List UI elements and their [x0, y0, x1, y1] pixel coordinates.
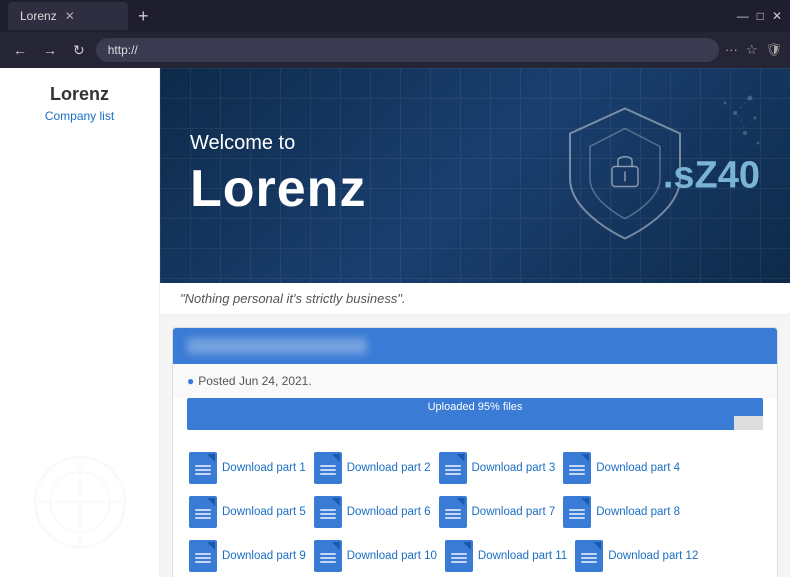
star-icon[interactable]: ☆ [746, 42, 758, 58]
tab-title: Lorenz [20, 9, 57, 23]
page-content: Lorenz Company list Welcome to Lorenz [0, 68, 790, 577]
doc-icon-4 [563, 452, 591, 484]
doc-icon-9 [189, 540, 217, 572]
hero-text: Welcome to Lorenz [190, 132, 366, 219]
download-item-4[interactable]: Download part 4 [561, 448, 682, 488]
doc-icon-6 [314, 496, 342, 528]
download-label-12: Download part 12 [608, 550, 698, 562]
window-controls: — □ ✕ [737, 9, 782, 23]
download-grid: Download part 1 Download part 2 Download… [173, 440, 777, 577]
hero-banner: Welcome to Lorenz [160, 68, 790, 283]
main-area[interactable]: Welcome to Lorenz [160, 68, 790, 577]
download-label-11: Download part 11 [478, 550, 567, 562]
download-label-4: Download part 4 [596, 462, 680, 474]
posted-date: Posted Jun 24, 2021. [198, 374, 311, 388]
company-list-link[interactable]: Company list [8, 109, 151, 123]
url-input[interactable] [96, 38, 719, 62]
posted-info: ● Posted Jun 24, 2021. [173, 364, 777, 398]
progress-bar-wrap [187, 416, 763, 430]
new-tab-button[interactable]: + [132, 6, 155, 27]
doc-icon-11 [445, 540, 473, 572]
doc-icon-3 [439, 452, 467, 484]
doc-icon-10 [314, 540, 342, 572]
download-item-2[interactable]: Download part 2 [312, 448, 433, 488]
posted-dot-icon: ● [187, 374, 194, 388]
download-label-10: Download part 10 [347, 550, 437, 562]
download-label-9: Download part 9 [222, 550, 306, 562]
address-bar-icons: ··· ☆ 🛡 [725, 42, 782, 58]
hero-welcome: Welcome to [190, 132, 366, 155]
minimize-button[interactable]: — [737, 9, 749, 23]
download-item-7[interactable]: Download part 7 [437, 492, 558, 532]
browser-tab[interactable]: Lorenz ✕ [8, 2, 128, 30]
close-button[interactable]: ✕ [772, 9, 782, 23]
doc-icon-7 [439, 496, 467, 528]
company-header [173, 328, 777, 364]
download-item-5[interactable]: Download part 5 [187, 492, 308, 532]
download-label-3: Download part 3 [472, 462, 556, 474]
progress-bar-fill [187, 416, 734, 430]
title-bar: Lorenz ✕ + — □ ✕ [0, 0, 790, 32]
doc-icon-5 [189, 496, 217, 528]
download-label-2: Download part 2 [347, 462, 431, 474]
download-item-1[interactable]: Download part 1 [187, 448, 308, 488]
forward-button[interactable]: → [38, 40, 62, 60]
download-label-6: Download part 6 [347, 506, 431, 518]
download-item-9[interactable]: Download part 9 [187, 536, 308, 576]
sidebar: Lorenz Company list [0, 68, 160, 577]
download-label-8: Download part 8 [596, 506, 680, 518]
doc-icon-12 [575, 540, 603, 572]
download-item-3[interactable]: Download part 3 [437, 448, 558, 488]
download-item-8[interactable]: Download part 8 [561, 492, 682, 532]
download-label-1: Download part 1 [222, 462, 306, 474]
doc-icon-2 [314, 452, 342, 484]
download-label-5: Download part 5 [222, 506, 306, 518]
quote-text: "Nothing personal it's strictly business… [180, 291, 406, 306]
address-bar: ← → ↻ ··· ☆ 🛡 [0, 32, 790, 68]
download-label-7: Download part 7 [472, 506, 556, 518]
browser-frame: Lorenz ✕ + — □ ✕ ← → ↻ ··· ☆ 🛡 Lorenz Co… [0, 0, 790, 577]
refresh-button[interactable]: ↻ [68, 40, 90, 61]
quote-bar: "Nothing personal it's strictly business… [160, 283, 790, 315]
more-icon[interactable]: ··· [725, 42, 738, 58]
progress-label: Uploaded 95% files [187, 398, 763, 416]
hero-title: Lorenz [190, 159, 366, 219]
tab-close-icon[interactable]: ✕ [65, 9, 75, 23]
download-item-11[interactable]: Download part 11 [443, 536, 569, 576]
sidebar-watermark [30, 452, 130, 557]
download-item-6[interactable]: Download part 6 [312, 492, 433, 532]
download-item-10[interactable]: Download part 10 [312, 536, 439, 576]
hero-brand: .sZ40 [663, 154, 760, 197]
doc-icon-8 [563, 496, 591, 528]
company-section: ● Posted Jun 24, 2021. Uploaded 95% file… [172, 327, 778, 577]
doc-icon-1 [189, 452, 217, 484]
progress-section: Uploaded 95% files [187, 398, 763, 430]
maximize-button[interactable]: □ [757, 9, 764, 23]
sidebar-logo: Lorenz [8, 84, 151, 105]
shield-icon[interactable]: 🛡 [765, 42, 782, 58]
download-item-12[interactable]: Download part 12 [573, 536, 700, 576]
company-name-blurred [187, 338, 367, 354]
back-button[interactable]: ← [8, 40, 32, 60]
